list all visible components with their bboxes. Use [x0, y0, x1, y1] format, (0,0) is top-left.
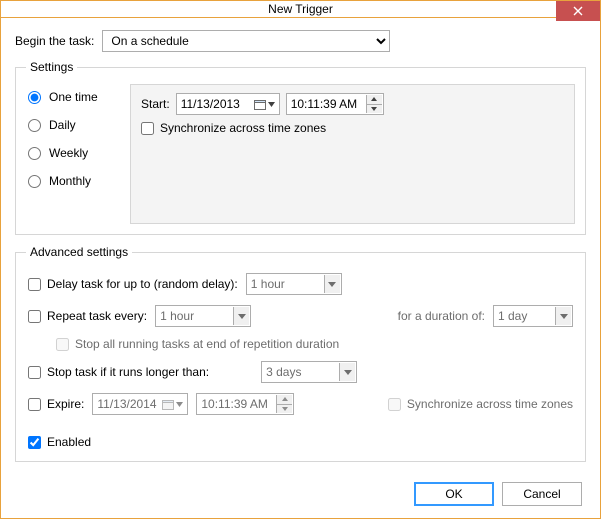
window-title: New Trigger [268, 2, 333, 16]
repeat-input[interactable] [28, 310, 41, 323]
recurrence-daily-label: Daily [49, 118, 76, 132]
ok-button[interactable]: OK [414, 482, 494, 506]
chevron-down-icon [339, 363, 355, 381]
close-button[interactable] [556, 1, 600, 21]
enabled-checkbox[interactable]: Enabled [28, 435, 91, 449]
recurrence-one-time-label: One time [49, 90, 98, 104]
delay-checkbox[interactable]: Delay task for up to (random delay): [28, 277, 238, 291]
recurrence-one-time[interactable]: One time [28, 90, 114, 104]
chevron-down-icon [324, 275, 340, 293]
stop-if-select[interactable]: 3 days [261, 361, 357, 383]
repeat-duration-value: 1 day [498, 309, 527, 323]
repeat-duration-label: for a duration of: [398, 309, 485, 323]
spinner-down-icon[interactable] [276, 405, 292, 414]
start-panel: Start: 11/13/2013 10:11:39 AM [130, 84, 575, 224]
time-spinner[interactable] [366, 95, 382, 113]
spinner-down-icon[interactable] [366, 105, 382, 114]
stop-all-label: Stop all running tasks at end of repetit… [75, 337, 339, 351]
expire-input[interactable] [28, 398, 41, 411]
recurrence-daily-radio[interactable] [28, 119, 41, 132]
settings-group: Settings One time Daily Weekly [15, 60, 586, 235]
recurrence-weekly-label: Weekly [49, 146, 88, 160]
repeat-label: Repeat task every: [47, 309, 147, 323]
recurrence-weekly-radio[interactable] [28, 147, 41, 160]
repeat-checkbox[interactable]: Repeat task every: [28, 309, 147, 323]
new-trigger-dialog: New Trigger Begin the task: On a schedul… [0, 0, 601, 519]
calendar-icon [162, 399, 183, 410]
settings-legend: Settings [26, 60, 77, 74]
start-time-picker[interactable]: 10:11:39 AM [286, 93, 384, 115]
start-label: Start: [141, 97, 170, 111]
stop-if-checkbox[interactable]: Stop task if it runs longer than: [28, 365, 209, 379]
start-date-value: 11/13/2013 [181, 97, 240, 111]
stop-all-input [56, 338, 69, 351]
expire-sync-tz-checkbox: Synchronize across time zones [388, 397, 573, 411]
chevron-down-icon [555, 307, 571, 325]
expire-checkbox[interactable]: Expire: [28, 397, 84, 411]
repeat-every-select[interactable]: 1 hour [155, 305, 251, 327]
spinner-up-icon[interactable] [366, 95, 382, 105]
sync-tz-checkbox[interactable]: Synchronize across time zones [141, 121, 326, 135]
expire-sync-tz-input [388, 398, 401, 411]
expire-sync-tz-label: Synchronize across time zones [407, 397, 573, 411]
begin-task-select[interactable]: On a schedule [102, 30, 390, 52]
calendar-icon [254, 99, 275, 110]
delay-input[interactable] [28, 278, 41, 291]
advanced-legend: Advanced settings [26, 245, 132, 259]
expire-label: Expire: [47, 397, 84, 411]
recurrence-monthly-label: Monthly [49, 174, 91, 188]
recurrence-monthly-radio[interactable] [28, 175, 41, 188]
delay-value: 1 hour [251, 277, 285, 291]
expire-time-value: 10:11:39 AM [201, 397, 268, 411]
stop-if-input[interactable] [28, 366, 41, 379]
spinner-up-icon[interactable] [276, 395, 292, 405]
delay-label: Delay task for up to (random delay): [47, 277, 238, 291]
recurrence-weekly[interactable]: Weekly [28, 146, 114, 160]
expire-time-picker[interactable]: 10:11:39 AM [196, 393, 294, 415]
sync-tz-input[interactable] [141, 122, 154, 135]
start-date-picker[interactable]: 11/13/2013 [176, 93, 280, 115]
enabled-label: Enabled [47, 435, 91, 449]
begin-task-label: Begin the task: [15, 34, 94, 48]
advanced-group: Advanced settings Delay task for up to (… [15, 245, 586, 462]
delay-select[interactable]: 1 hour [246, 273, 342, 295]
recurrence-radios: One time Daily Weekly Monthly [26, 84, 116, 194]
recurrence-daily[interactable]: Daily [28, 118, 114, 132]
close-icon [573, 6, 583, 16]
stop-all-checkbox: Stop all running tasks at end of repetit… [56, 337, 339, 351]
cancel-button[interactable]: Cancel [502, 482, 582, 506]
chevron-down-icon [233, 307, 249, 325]
titlebar: New Trigger [1, 1, 600, 18]
enabled-input[interactable] [28, 436, 41, 449]
repeat-duration-select[interactable]: 1 day [493, 305, 573, 327]
start-time-value: 10:11:39 AM [291, 97, 358, 111]
time-spinner[interactable] [276, 395, 292, 413]
expire-date-picker[interactable]: 11/13/2014 [92, 393, 188, 415]
stop-if-label: Stop task if it runs longer than: [47, 365, 209, 379]
expire-date-value: 11/13/2014 [97, 397, 156, 411]
recurrence-monthly[interactable]: Monthly [28, 174, 114, 188]
sync-tz-label: Synchronize across time zones [160, 121, 326, 135]
stop-if-value: 3 days [266, 365, 301, 379]
repeat-every-value: 1 hour [160, 309, 194, 323]
recurrence-one-time-radio[interactable] [28, 91, 41, 104]
